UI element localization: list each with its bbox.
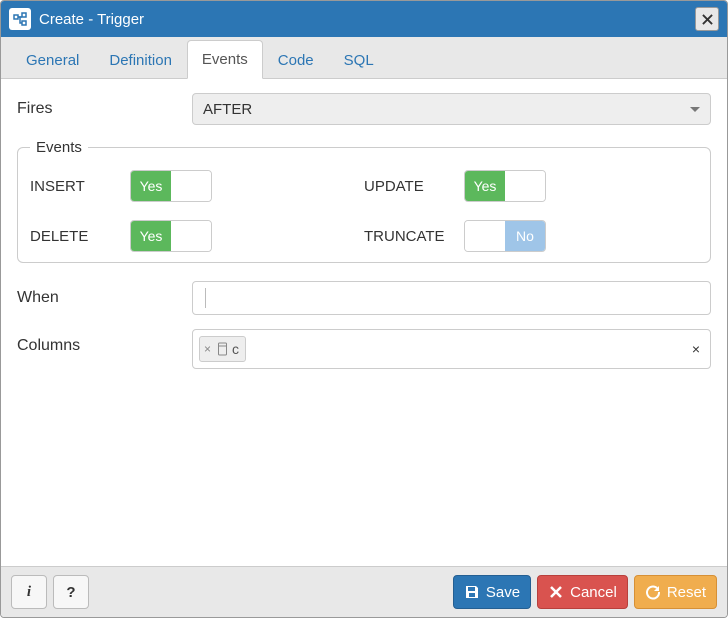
tab-sql[interactable]: SQL [329,41,389,79]
save-icon [464,584,480,600]
when-row: When [17,281,711,315]
reset-button-label: Reset [667,584,706,601]
close-button[interactable] [695,7,719,31]
cancel-icon [548,584,564,600]
save-button[interactable]: Save [453,575,531,609]
delete-switch-value: Yes [131,221,171,251]
column-icon [217,342,228,356]
reset-icon [645,584,661,600]
columns-label: Columns [17,329,192,355]
chevron-down-icon [690,107,700,112]
insert-label: INSERT [30,178,130,195]
insert-switch-value: Yes [131,171,171,201]
update-switch[interactable]: Yes [464,170,546,202]
tag-remove-button[interactable]: × [204,342,213,356]
help-icon: ? [66,584,75,601]
help-button[interactable]: ? [53,575,89,609]
cancel-button-label: Cancel [570,584,617,601]
insert-switch[interactable]: Yes [130,170,212,202]
tab-bar: General Definition Events Code SQL [1,37,727,79]
truncate-row: TRUNCATE No [364,220,698,252]
tab-code[interactable]: Code [263,41,329,79]
columns-row: Columns × c × [17,329,711,369]
fires-value: AFTER [203,101,252,118]
when-value [203,288,206,308]
cancel-button[interactable]: Cancel [537,575,628,609]
save-button-label: Save [486,584,520,601]
events-tab-content: Fires AFTER Events INSERT Yes UPDATE [1,79,727,566]
tab-events[interactable]: Events [187,40,263,79]
trigger-icon [9,8,31,30]
create-trigger-dialog: Create - Trigger General Definition Even… [0,0,728,618]
update-row: UPDATE Yes [364,170,698,202]
column-tag-name: c [232,341,239,357]
truncate-label: TRUNCATE [364,228,464,245]
delete-row: DELETE Yes [30,220,364,252]
truncate-switch-value: No [505,221,545,251]
delete-switch[interactable]: Yes [130,220,212,252]
tab-definition[interactable]: Definition [94,41,187,79]
events-group: Events INSERT Yes UPDATE Yes [17,139,711,263]
reset-button[interactable]: Reset [634,575,717,609]
tab-general[interactable]: General [11,41,94,79]
events-group-label: Events [30,139,88,156]
dialog-title: Create - Trigger [39,11,695,28]
when-label: When [17,289,192,307]
info-button[interactable]: i [11,575,47,609]
columns-input[interactable]: × c × [192,329,711,369]
update-switch-value: Yes [465,171,505,201]
fires-label: Fires [17,100,192,118]
fires-row: Fires AFTER [17,93,711,125]
column-tag: × c [199,336,246,362]
info-icon: i [27,584,31,601]
close-icon [702,14,713,25]
when-input[interactable] [192,281,711,315]
columns-clear-button[interactable]: × [692,341,700,357]
titlebar: Create - Trigger [1,1,727,37]
update-label: UPDATE [364,178,464,195]
truncate-switch[interactable]: No [464,220,546,252]
insert-row: INSERT Yes [30,170,364,202]
fires-select[interactable]: AFTER [192,93,711,125]
dialog-footer: i ? Save Cancel Reset [1,566,727,617]
delete-label: DELETE [30,228,130,245]
